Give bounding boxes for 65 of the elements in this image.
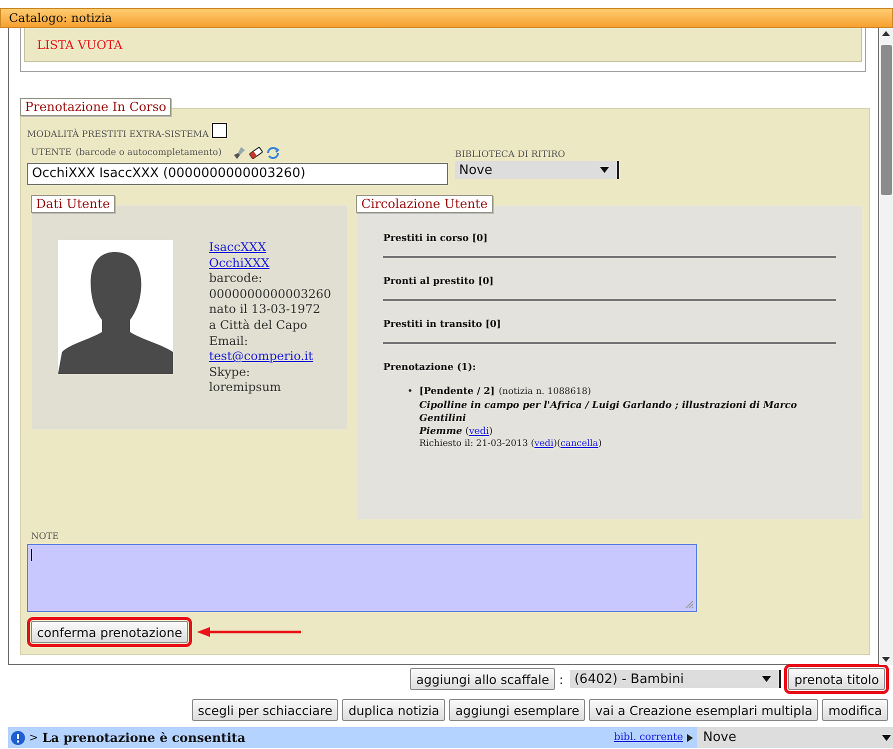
section-heading: Prestiti in transito [0]: [383, 319, 502, 330]
shelf-select[interactable]: (6402) - Bambini: [570, 670, 782, 688]
text-link[interactable]: cancella: [560, 439, 598, 449]
checkbox-label: MODALITÀ PRESTITI EXTRA-SISTEMA: [27, 130, 209, 140]
window-title: Catalogo: notizia: [9, 11, 112, 25]
caret-icon: [762, 676, 772, 682]
user-link[interactable]: IsaccXXX: [209, 240, 332, 256]
fieldset-legend: Circolazione Utente: [356, 195, 493, 213]
parenthesis: (: [556, 439, 560, 449]
user-input-field[interactable]: OcchiXXX IsaccXXX (0000000000003260): [27, 163, 448, 185]
section-heading: Prestiti in corso [0]: [383, 233, 489, 244]
field-label: BIBLIOTECA DI RITIRO: [455, 150, 566, 160]
parenthesis: (: [530, 439, 534, 449]
action-button[interactable]: modifica: [822, 699, 888, 721]
parenthesis: ): [598, 439, 602, 449]
triangle-icon: [687, 734, 693, 742]
separator: :: [559, 672, 564, 686]
text-link[interactable]: vedi: [534, 439, 554, 449]
library-select[interactable]: Nove: [697, 727, 893, 748]
empty-list-message: LISTA VUOTA: [37, 38, 122, 52]
section-heading: Pronti al prestito [0]: [383, 276, 495, 287]
caret-icon: [600, 167, 609, 173]
current-library-link[interactable]: bibl. corrente: [614, 732, 683, 743]
eraser-icon[interactable]: [248, 146, 263, 160]
publisher: Piemme: [419, 426, 462, 437]
action-button[interactable]: duplica notizia: [342, 699, 446, 721]
extra-system-checkbox[interactable]: [212, 123, 227, 138]
fieldset-legend: Dati Utente: [31, 195, 115, 213]
scrollbar[interactable]: [879, 28, 893, 665]
library-select[interactable]: Nove: [455, 161, 619, 179]
status-message: La prenotazione è consentita: [42, 730, 246, 745]
user-detail: a Città del Capo: [209, 318, 308, 334]
text-link[interactable]: vedi: [468, 426, 490, 437]
user-link[interactable]: OcchiXXX: [209, 256, 332, 272]
parenthesis: ): [489, 426, 493, 437]
list-bullet: •: [407, 385, 413, 398]
user-detail: nato il 13-03-1972: [209, 302, 322, 318]
book-title: Cipolline in campo per l'Africa / Luigi Garlando ; illustrazioni di Marco Gentilini: [419, 399, 798, 425]
add-to-shelf-button[interactable]: aggiungi allo scaffale: [410, 668, 556, 690]
action-button[interactable]: scegli per schiacciare: [192, 699, 338, 721]
scrollbar-thumb[interactable]: [881, 45, 892, 195]
action-button[interactable]: aggiungi esemplare: [449, 699, 586, 721]
user-detail: barcode:: [209, 271, 264, 287]
user-detail: Skype:: [209, 364, 252, 380]
reservation-status: [Pendente / 2]: [419, 386, 495, 397]
caret-icon: [882, 734, 891, 740]
status-prefix: >: [29, 731, 38, 744]
field-label: NOTE: [30, 532, 60, 542]
user-silhouette-icon: [58, 240, 173, 374]
info-icon: [11, 730, 25, 744]
user-detail: loremipsum: [209, 380, 282, 396]
fieldset-legend: Prenotazione In Corso: [20, 98, 172, 116]
user-detail: Email:: [209, 334, 250, 350]
brush-icon[interactable]: [232, 146, 246, 160]
user-link[interactable]: test@comperio.it: [209, 349, 332, 365]
record-number: (notizia n. 1088618): [498, 387, 591, 397]
field-label: UTENTE: [31, 148, 72, 158]
section-heading: Prenotazione (1):: [383, 362, 477, 373]
resize-grip-icon: [685, 600, 694, 609]
request-date: Richiesto il: 21-03-2013: [419, 439, 528, 449]
parenthesis: ): [553, 439, 557, 449]
parenthesis: (: [465, 426, 469, 437]
field-hint: (barcode o autocompletamento): [76, 148, 222, 158]
user-detail: 0000000000003260: [209, 286, 332, 302]
action-button[interactable]: vai a Creazione esemplari multipla: [589, 699, 818, 721]
